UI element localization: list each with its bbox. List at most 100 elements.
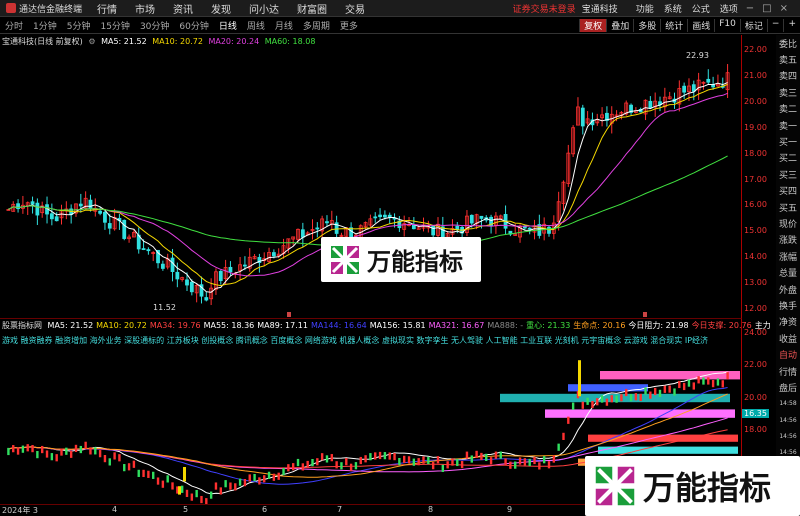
sidebar-item[interactable]: 14:56 xyxy=(776,428,800,444)
y-tick-label: 22.00 xyxy=(744,45,767,54)
signal-bar xyxy=(178,486,181,495)
tool-draw-button[interactable]: 画线 xyxy=(687,18,714,32)
menu-function[interactable]: 功能 xyxy=(636,2,654,15)
menu-item-news[interactable]: 资讯 xyxy=(164,1,202,16)
sidebar-item[interactable]: 自动 xyxy=(776,346,800,362)
indicator-bar xyxy=(137,469,140,477)
menu-item-fortune[interactable]: 财富圈 xyxy=(288,1,336,16)
sidebar-item[interactable]: 14:56 xyxy=(776,412,800,428)
indicator-bar xyxy=(393,453,396,461)
zoom-out-button[interactable]: − xyxy=(766,18,784,32)
x-tick-label: 9 xyxy=(507,505,513,514)
ma10-label: MA10: 20.72 xyxy=(152,37,203,46)
sidebar-item[interactable]: 买二 xyxy=(776,150,800,166)
close-icon[interactable]: × xyxy=(780,3,788,14)
indicator-bar xyxy=(523,458,527,466)
menu-options[interactable]: 选项 xyxy=(720,2,738,15)
period-tab[interactable]: 1分钟 xyxy=(28,19,62,32)
login-notice[interactable]: 证券交易未登录 xyxy=(513,2,582,15)
period-tab-more[interactable]: 更多 xyxy=(335,19,363,32)
indicator-bar xyxy=(277,472,280,480)
period-tab-daily[interactable]: 日线 xyxy=(214,19,242,32)
sidebar-item[interactable]: 行情 xyxy=(776,363,800,379)
menu-item-market[interactable]: 行情 xyxy=(88,1,126,16)
indicator-bar xyxy=(470,455,473,463)
candle-body xyxy=(49,213,54,220)
period-tab[interactable]: 分时 xyxy=(0,19,28,32)
menu-item-discover[interactable]: 发现 xyxy=(202,1,240,16)
indicator-bar xyxy=(528,458,531,467)
tool-mark-button[interactable]: 标记 xyxy=(739,18,767,32)
sidebar-item[interactable]: 14:58 xyxy=(776,396,800,412)
indicator-legend-item: MA89: 17.11 xyxy=(257,321,308,330)
indicator-legend-item: MA5: 21.52 xyxy=(47,321,94,330)
indicator-bar xyxy=(16,447,20,455)
y-tick-label: 19.00 xyxy=(744,122,767,132)
sidebar-item[interactable]: 涨跌 xyxy=(776,232,800,248)
sidebar-item[interactable]: 卖五 xyxy=(776,51,800,67)
indicator-bar xyxy=(465,451,469,459)
indicator-bar xyxy=(707,377,710,385)
sidebar-item[interactable]: 盘后 xyxy=(776,379,800,395)
indicator-bar xyxy=(557,443,560,451)
indicator-bar xyxy=(330,454,333,462)
sidebar-item[interactable]: 买四 xyxy=(776,183,800,199)
main-legend: 宝通科技(日线 前复权) ⚙ MA5: 21.52 MA10: 20.72 MA… xyxy=(2,36,318,47)
indicator-bar xyxy=(446,461,449,469)
indicator-bar xyxy=(94,447,97,455)
event-marker[interactable] xyxy=(287,312,291,317)
sidebar-item[interactable]: 外盘 xyxy=(776,281,800,297)
menu-item-exchange[interactable]: 市场 xyxy=(126,1,164,16)
settings-icon[interactable]: ⚙ xyxy=(88,37,95,46)
indicator-bar xyxy=(697,376,700,384)
sidebar-item[interactable]: 净资 xyxy=(776,314,800,330)
period-tab[interactable]: 月线 xyxy=(270,19,298,32)
tool-multi-button[interactable]: 多股 xyxy=(633,18,660,32)
zoom-in-button[interactable]: + xyxy=(783,18,800,32)
menu-system[interactable]: 系统 xyxy=(664,2,682,15)
indicator-bar xyxy=(687,379,691,387)
sidebar-item[interactable]: 卖一 xyxy=(776,117,800,133)
sidebar-item[interactable]: 卖三 xyxy=(776,84,800,100)
indicator-bar xyxy=(89,447,92,455)
candle-body xyxy=(185,279,189,286)
period-tab[interactable]: 周线 xyxy=(242,19,270,32)
period-tab[interactable]: 30分钟 xyxy=(135,19,174,32)
candle-body xyxy=(315,227,320,230)
sidebar-item[interactable]: 总量 xyxy=(776,264,800,280)
sidebar-item[interactable]: 换手 xyxy=(776,297,800,313)
event-marker[interactable] xyxy=(643,312,647,317)
tool-f10-button[interactable]: F10 xyxy=(714,18,740,32)
tool-overlay-button[interactable]: 叠加 xyxy=(606,18,633,32)
y-tick-label: 20.00 xyxy=(744,96,767,106)
indicator-bar xyxy=(354,462,358,470)
menu-item-ask[interactable]: 问小达 xyxy=(240,1,288,16)
indicator-bar xyxy=(156,477,160,485)
sidebar-item[interactable]: 卖二 xyxy=(776,101,800,117)
period-tab[interactable]: 多周期 xyxy=(298,19,335,32)
sidebar-item[interactable]: 卖四 xyxy=(776,68,800,84)
minimize-icon[interactable]: − xyxy=(746,3,754,14)
sidebar-item[interactable]: 委比 xyxy=(776,35,800,51)
menu-item-trade[interactable]: 交易 xyxy=(336,1,374,16)
sidebar-item[interactable]: 买三 xyxy=(776,166,800,182)
sidebar-item[interactable]: 涨幅 xyxy=(776,248,800,264)
candle-body xyxy=(54,216,59,222)
sidebar-item[interactable]: 收益 xyxy=(776,330,800,346)
sidebar-item[interactable]: 现价 xyxy=(776,215,800,231)
period-tab[interactable]: 5分钟 xyxy=(62,19,96,32)
candle-body xyxy=(204,297,209,301)
indicator-bar xyxy=(644,387,647,395)
tool-fuquan-button[interactable]: 复权 xyxy=(579,18,607,32)
period-toolbar: 分时 1分钟 5分钟 15分钟 30分钟 60分钟 日线 周线 月线 多周期 更… xyxy=(0,17,800,34)
indicator-bar xyxy=(403,455,406,463)
sidebar-item[interactable]: 买五 xyxy=(776,199,800,215)
tool-stats-button[interactable]: 统计 xyxy=(660,18,687,32)
sidebar-item[interactable]: 买一 xyxy=(776,133,800,149)
period-tab[interactable]: 60分钟 xyxy=(174,19,213,32)
maximize-icon[interactable]: □ xyxy=(762,3,771,14)
indicator-bar xyxy=(494,451,498,459)
candle-body xyxy=(682,85,687,93)
period-tab[interactable]: 15分钟 xyxy=(95,19,134,32)
menu-formula[interactable]: 公式 xyxy=(692,2,710,15)
